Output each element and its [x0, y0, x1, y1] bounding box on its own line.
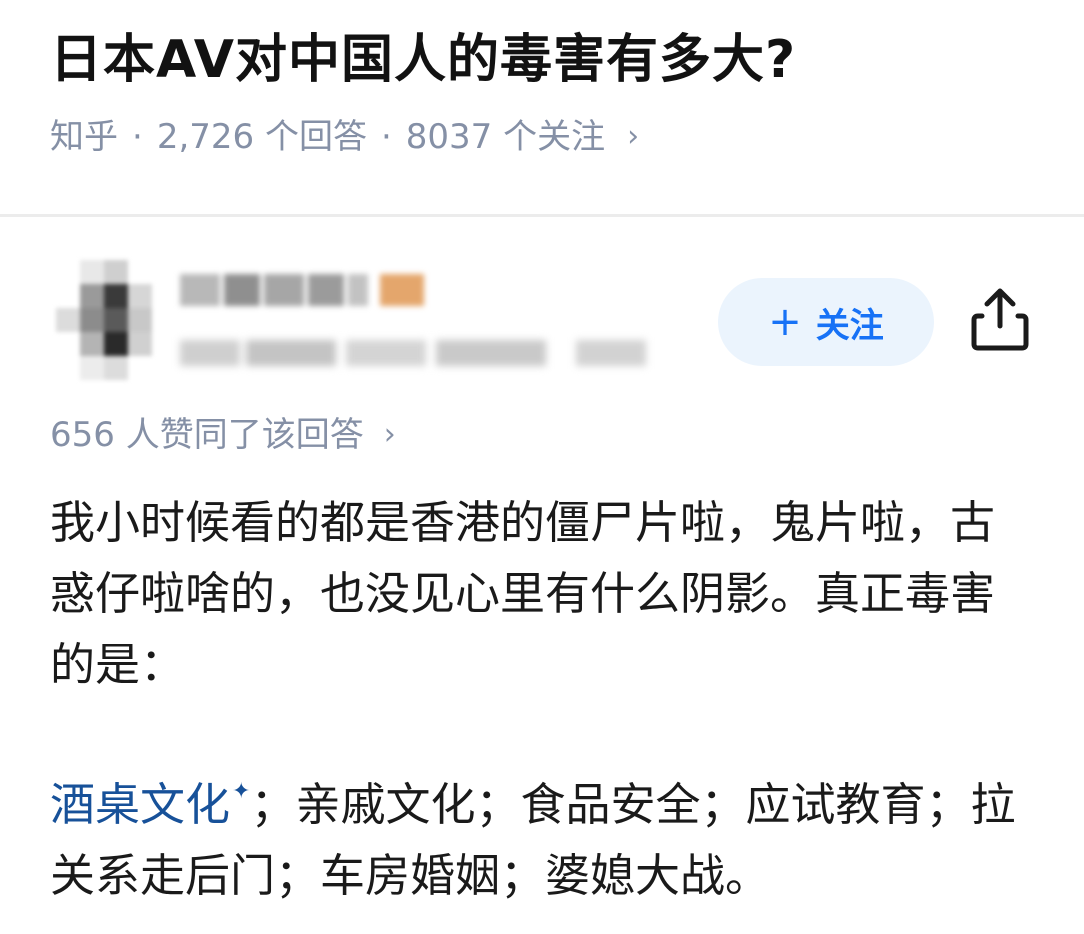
search-link[interactable]: 酒桌文化	[50, 778, 230, 831]
likes-label: 656 人赞同了该回答	[50, 415, 364, 455]
follow-button[interactable]: + 关注	[718, 278, 934, 366]
follower-count: 8037 个关注	[405, 117, 606, 157]
answer-paragraph: 我小时候看的都是香港的僵尸片啦，鬼片啦，古惑仔啦啥的，也没见心里有什么阴影。真正…	[50, 496, 996, 691]
source-label: 知乎	[50, 117, 118, 157]
section-divider	[0, 214, 1084, 217]
meta-separator: ·	[380, 117, 392, 157]
answer-count: 2,726 个回答	[156, 117, 367, 157]
plus-icon: +	[768, 299, 802, 345]
sparkle-icon: ✦	[232, 779, 251, 804]
question-meta[interactable]: 知乎 · 2,726 个回答 · 8037 个关注 ›	[50, 112, 639, 162]
author-name-blurred[interactable]	[180, 268, 450, 312]
avatar[interactable]	[56, 260, 176, 380]
likes-count[interactable]: 656 人赞同了该回答 ›	[50, 410, 396, 460]
meta-separator: ·	[132, 117, 143, 157]
question-title[interactable]: 日本AV对中国人的毒害有多大?	[50, 24, 796, 96]
share-icon[interactable]	[968, 286, 1032, 354]
chevron-right-icon: ›	[627, 119, 640, 154]
follow-label: 关注	[815, 305, 884, 346]
answer-paragraph: 酒桌文化✦；亲戚文化；食品安全；应试教育；拉关系走后门；车房婚姻；婆媳大战。	[50, 756, 1030, 911]
author-bio-blurred	[180, 332, 700, 372]
chevron-right-icon: ›	[383, 417, 396, 452]
